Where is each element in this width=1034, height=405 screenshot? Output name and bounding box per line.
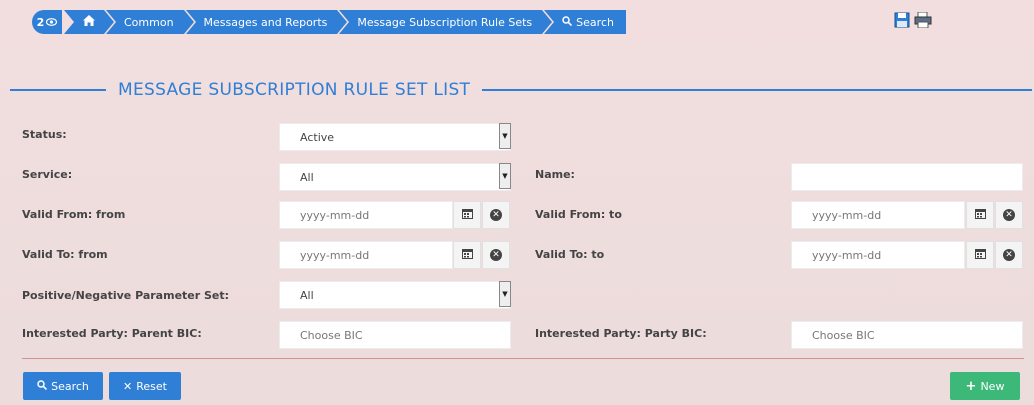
calendar-icon bbox=[974, 248, 986, 262]
clear-icon: ✕ bbox=[490, 209, 502, 221]
status-label: Status: bbox=[22, 128, 67, 141]
parent-bic-label: Interested Party: Parent BIC: bbox=[22, 327, 202, 340]
valid-to-from-label: Valid To: from bbox=[22, 248, 108, 261]
calendar-icon bbox=[461, 248, 473, 262]
clear-button[interactable]: ✕ bbox=[995, 241, 1023, 269]
clear-button[interactable]: ✕ bbox=[995, 201, 1023, 229]
service-select[interactable]: All ▼ bbox=[279, 163, 511, 191]
breadcrumb-label: Search bbox=[576, 15, 614, 29]
valid-from-to-label: Valid From: to bbox=[535, 208, 622, 221]
valid-from-to-placeholder: yyyy-mm-dd bbox=[812, 208, 882, 222]
title-divider-right bbox=[482, 89, 1032, 91]
calendar-button[interactable] bbox=[453, 241, 481, 269]
party-bic-label: Interested Party: Party BIC: bbox=[535, 327, 707, 340]
valid-to-to-label: Valid To: to bbox=[535, 248, 605, 261]
party-bic-placeholder: Choose BIC bbox=[812, 328, 875, 342]
form-divider bbox=[22, 358, 1024, 359]
clear-button[interactable]: ✕ bbox=[482, 241, 510, 269]
clear-button[interactable]: ✕ bbox=[482, 201, 510, 229]
party-bic-input[interactable]: Choose BIC bbox=[791, 321, 1023, 349]
search-button[interactable]: Search bbox=[23, 372, 103, 400]
parent-bic-placeholder: Choose BIC bbox=[300, 328, 363, 342]
save-icon[interactable] bbox=[894, 12, 910, 28]
valid-to-from-input[interactable]: yyyy-mm-dd bbox=[279, 241, 453, 269]
breadcrumb-message-subscription-rule-sets[interactable]: Message Subscription Rule Sets bbox=[339, 10, 552, 34]
service-label: Service: bbox=[22, 168, 73, 181]
parent-bic-input[interactable]: Choose BIC bbox=[279, 321, 511, 349]
calendar-icon bbox=[461, 208, 473, 222]
plus-icon: + bbox=[965, 378, 977, 394]
clear-icon: ✕ bbox=[490, 249, 502, 261]
clear-icon: ✕ bbox=[1003, 209, 1015, 221]
valid-from-to-input[interactable]: yyyy-mm-dd bbox=[791, 201, 965, 229]
reset-button-label: Reset bbox=[136, 379, 167, 393]
chevron-down-icon: ▼ bbox=[499, 123, 511, 149]
name-label: Name: bbox=[535, 168, 575, 181]
pos-neg-select[interactable]: All ▼ bbox=[279, 281, 511, 309]
close-icon: ✕ bbox=[123, 379, 133, 393]
status-select[interactable]: Active ▼ bbox=[279, 123, 511, 151]
valid-from-from-placeholder: yyyy-mm-dd bbox=[300, 208, 370, 222]
valid-from-from-label: Valid From: from bbox=[22, 208, 126, 221]
search-icon bbox=[562, 15, 573, 29]
chevron-down-icon: ▼ bbox=[499, 163, 511, 189]
eye-icon bbox=[46, 16, 58, 29]
new-button-label: New bbox=[980, 379, 1005, 393]
valid-to-to-input[interactable]: yyyy-mm-dd bbox=[791, 241, 965, 269]
breadcrumb-label: Messages and Reports bbox=[203, 15, 328, 29]
clear-icon: ✕ bbox=[1003, 249, 1015, 261]
title-divider-left bbox=[10, 89, 106, 91]
hidden-count: 2 bbox=[36, 15, 45, 29]
pos-neg-label: Positive/Negative Parameter Set: bbox=[22, 289, 230, 302]
breadcrumb-search[interactable]: Search bbox=[544, 10, 626, 34]
new-button[interactable]: + New bbox=[950, 372, 1020, 400]
calendar-button[interactable] bbox=[966, 201, 994, 229]
breadcrumb-messages-and-reports[interactable]: Messages and Reports bbox=[185, 10, 348, 34]
calendar-button[interactable] bbox=[966, 241, 994, 269]
status-value: Active bbox=[300, 130, 335, 144]
breadcrumb-label: Common bbox=[124, 15, 174, 29]
page-title: MESSAGE SUBSCRIPTION RULE SET LIST bbox=[118, 80, 471, 100]
pos-neg-value: All bbox=[300, 288, 314, 302]
hidden-items-badge[interactable]: 2 bbox=[32, 10, 62, 34]
toolbar bbox=[894, 11, 932, 29]
chevron-down-icon: ▼ bbox=[499, 281, 511, 307]
breadcrumb-common[interactable]: Common bbox=[106, 10, 194, 34]
home-icon bbox=[83, 15, 95, 29]
calendar-button[interactable] bbox=[453, 201, 481, 229]
calendar-icon bbox=[974, 208, 986, 222]
service-value: All bbox=[300, 170, 314, 184]
search-button-label: Search bbox=[51, 379, 89, 393]
name-input[interactable] bbox=[791, 163, 1023, 191]
valid-to-to-placeholder: yyyy-mm-dd bbox=[812, 248, 882, 262]
breadcrumb-home[interactable] bbox=[64, 10, 114, 34]
valid-to-from-placeholder: yyyy-mm-dd bbox=[300, 248, 370, 262]
search-icon bbox=[37, 379, 48, 393]
valid-from-from-input[interactable]: yyyy-mm-dd bbox=[279, 201, 453, 229]
breadcrumb: 2 Common Messages and Reports Message Su… bbox=[32, 10, 626, 34]
breadcrumb-label: Message Subscription Rule Sets bbox=[357, 15, 533, 29]
print-icon[interactable] bbox=[914, 11, 932, 29]
reset-button[interactable]: ✕ Reset bbox=[109, 372, 181, 400]
page-title-row: MESSAGE SUBSCRIPTION RULE SET LIST bbox=[10, 78, 1032, 102]
